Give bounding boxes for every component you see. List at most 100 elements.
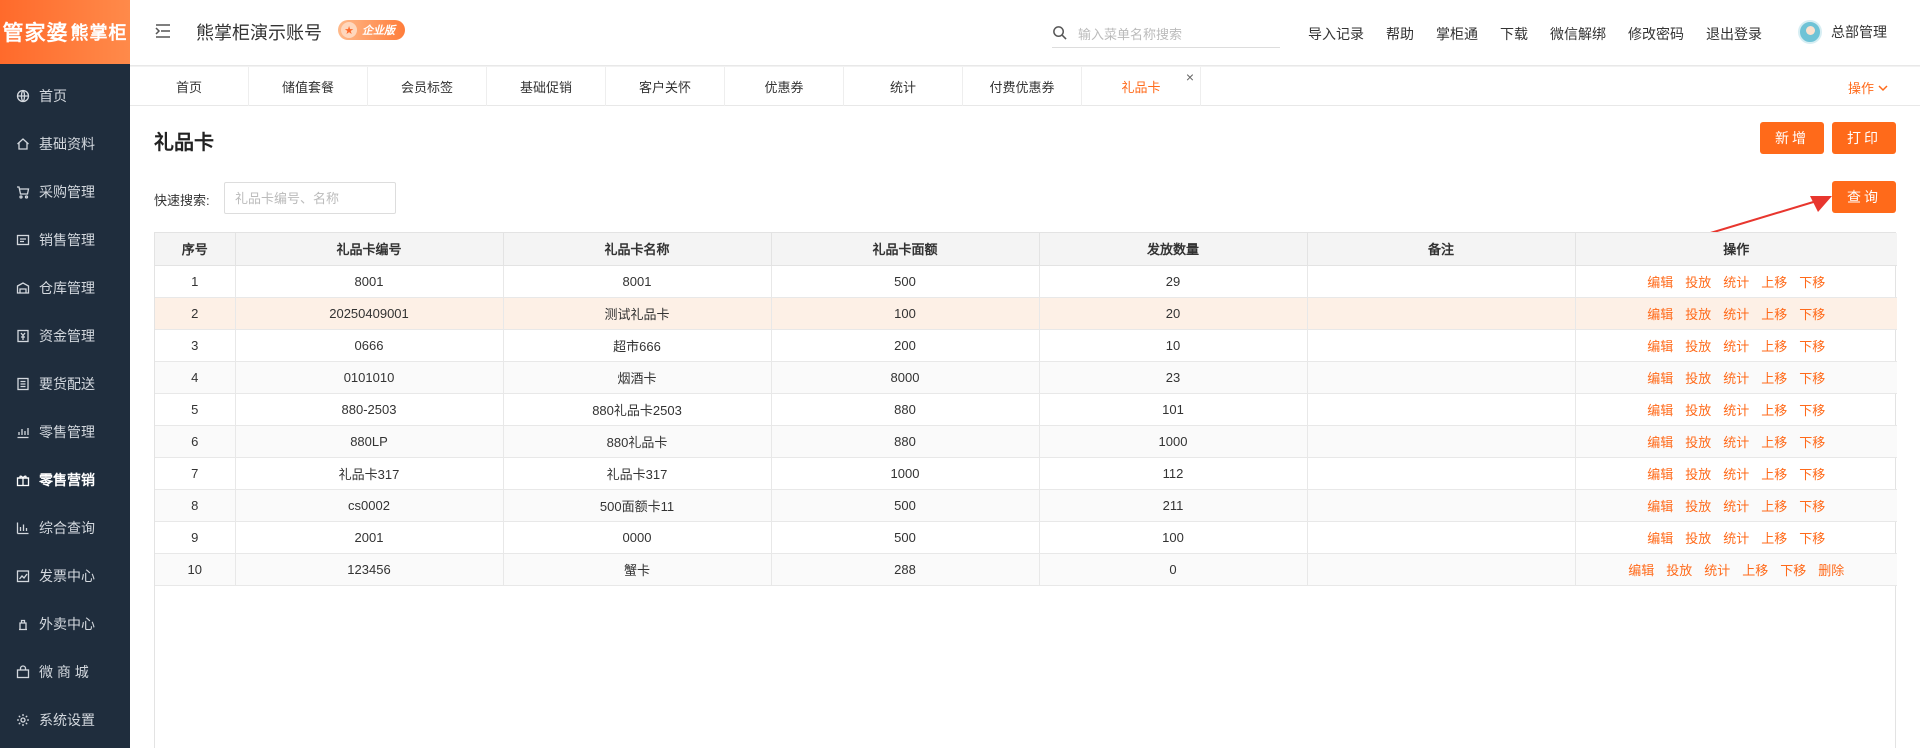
row-action-link[interactable]: 编辑: [1647, 371, 1673, 386]
table-row[interactable]: 8 cs0002 500面额卡11 500 211 编辑 投放 统计 上移 下移: [155, 489, 1897, 522]
row-action-link[interactable]: 编辑: [1647, 307, 1673, 322]
row-action-link[interactable]: 统计: [1723, 275, 1749, 290]
row-action-link[interactable]: 下移: [1799, 499, 1825, 514]
table-row[interactable]: 5 880-2503 880礼品卡2503 880 101 编辑 投放 统计 上移 下移: [155, 393, 1897, 426]
row-action-link[interactable]: 上移: [1761, 531, 1787, 546]
table-row[interactable]: 7 礼品卡317 礼品卡317 1000 112 编辑 投放 统计 上移 下移: [155, 457, 1897, 490]
header-link[interactable]: 退出登录: [1706, 24, 1762, 44]
row-action-link[interactable]: 下移: [1799, 403, 1825, 418]
row-action-link[interactable]: 统计: [1723, 403, 1749, 418]
row-action-link[interactable]: 编辑: [1647, 403, 1673, 418]
row-action-link[interactable]: 上移: [1761, 307, 1787, 322]
header-link[interactable]: 掌柜通: [1436, 24, 1478, 44]
sidebar-item[interactable]: 要货配送: [0, 360, 130, 408]
row-action-link[interactable]: 编辑: [1647, 499, 1673, 514]
table-row[interactable]: 6 880LP 880礼品卡 880 1000 编辑 投放 统计 上移 下移: [155, 425, 1897, 458]
header-link[interactable]: 帮助: [1386, 24, 1414, 44]
row-action-link[interactable]: 上移: [1742, 563, 1768, 578]
table-row[interactable]: 4 0101010 烟酒卡 8000 23 编辑 投放 统计 上移 下移: [155, 361, 1897, 394]
row-action-link[interactable]: 上移: [1761, 499, 1787, 514]
row-action-link[interactable]: 统计: [1723, 435, 1749, 450]
table-row[interactable]: 10 123456 蟹卡 288 0 编辑 投放 统计 上移 下移 删除: [155, 553, 1897, 586]
menu-search-input[interactable]: [1078, 23, 1278, 45]
row-action-link[interactable]: 下移: [1799, 339, 1825, 354]
sidebar-item[interactable]: 系统设置: [0, 696, 130, 744]
row-action-link[interactable]: 统计: [1723, 531, 1749, 546]
row-action-link[interactable]: 投放: [1685, 499, 1711, 514]
print-button[interactable]: 打印: [1832, 122, 1896, 154]
tab-item[interactable]: 优惠券: [725, 67, 844, 106]
row-action-link[interactable]: 投放: [1685, 403, 1711, 418]
sidebar-item[interactable]: 外卖中心: [0, 600, 130, 648]
row-action-link[interactable]: 下移: [1799, 371, 1825, 386]
row-action-link[interactable]: 下移: [1799, 531, 1825, 546]
row-action-link[interactable]: 投放: [1685, 307, 1711, 322]
row-action-link[interactable]: 统计: [1723, 339, 1749, 354]
sidebar-item[interactable]: 采购管理: [0, 168, 130, 216]
tab-item[interactable]: 客户关怀: [606, 67, 725, 106]
row-action-link[interactable]: 上移: [1761, 467, 1787, 482]
row-action-link[interactable]: 编辑: [1647, 275, 1673, 290]
row-action-link[interactable]: 编辑: [1628, 563, 1654, 578]
header-link[interactable]: 下载: [1500, 24, 1528, 44]
row-action-link[interactable]: 统计: [1723, 307, 1749, 322]
tab-item[interactable]: 礼品卡 ×: [1082, 67, 1201, 106]
sidebar-item[interactable]: 资金管理: [0, 312, 130, 360]
table-row[interactable]: 1 8001 8001 500 29 编辑 投放 统计 上移 下移: [155, 265, 1897, 298]
row-action-link[interactable]: 下移: [1799, 307, 1825, 322]
close-icon[interactable]: ×: [1186, 69, 1194, 85]
menu-toggle-icon[interactable]: [154, 22, 172, 40]
tab-item[interactable]: 首页: [130, 67, 249, 106]
sidebar-item[interactable]: 综合查询: [0, 504, 130, 552]
quick-search-input[interactable]: [224, 182, 396, 214]
row-action-link[interactable]: 上移: [1761, 371, 1787, 386]
tab-item[interactable]: 储值套餐: [249, 67, 368, 106]
user-menu[interactable]: 总部管理: [1798, 20, 1887, 44]
row-action-link[interactable]: 投放: [1685, 339, 1711, 354]
sidebar-item[interactable]: 基础资料: [0, 120, 130, 168]
row-action-link[interactable]: 下移: [1799, 467, 1825, 482]
sidebar-item[interactable]: 仓库管理: [0, 264, 130, 312]
row-action-link[interactable]: 投放: [1685, 371, 1711, 386]
tab-operations-dropdown[interactable]: 操作: [1848, 78, 1888, 97]
tab-item[interactable]: 基础促销: [487, 67, 606, 106]
sidebar-item[interactable]: 发票中心: [0, 552, 130, 600]
row-action-link[interactable]: 删除: [1818, 563, 1844, 578]
row-action-link[interactable]: 编辑: [1647, 467, 1673, 482]
tab-item[interactable]: 统计: [844, 67, 963, 106]
row-action-link[interactable]: 上移: [1761, 275, 1787, 290]
sidebar-item[interactable]: 零售管理: [0, 408, 130, 456]
row-action-link[interactable]: 编辑: [1647, 531, 1673, 546]
row-action-link[interactable]: 投放: [1685, 467, 1711, 482]
add-button[interactable]: 新增: [1760, 122, 1824, 154]
header-link[interactable]: 微信解绑: [1550, 24, 1606, 44]
table-row[interactable]: 2 20250409001 测试礼品卡 100 20 编辑 投放 统计 上移 下移: [155, 297, 1897, 330]
row-action-link[interactable]: 统计: [1704, 563, 1730, 578]
sidebar-item[interactable]: 零售营销: [0, 456, 130, 504]
row-action-link[interactable]: 下移: [1799, 435, 1825, 450]
row-action-link[interactable]: 编辑: [1647, 435, 1673, 450]
row-action-link[interactable]: 投放: [1685, 275, 1711, 290]
row-action-link[interactable]: 统计: [1723, 499, 1749, 514]
sidebar-item[interactable]: 微 商 城: [0, 648, 130, 696]
sidebar-item[interactable]: 销售管理: [0, 216, 130, 264]
row-action-link[interactable]: 投放: [1685, 531, 1711, 546]
row-action-link[interactable]: 投放: [1685, 435, 1711, 450]
row-action-link[interactable]: 下移: [1799, 275, 1825, 290]
tab-item[interactable]: 会员标签: [368, 67, 487, 106]
row-action-link[interactable]: 上移: [1761, 403, 1787, 418]
row-action-link[interactable]: 统计: [1723, 467, 1749, 482]
row-action-link[interactable]: 统计: [1723, 371, 1749, 386]
table-row[interactable]: 3 0666 超市666 200 10 编辑 投放 统计 上移 下移: [155, 329, 1897, 362]
tab-item[interactable]: 付费优惠券: [963, 67, 1082, 106]
query-button[interactable]: 查询: [1832, 181, 1896, 213]
header-link[interactable]: 修改密码: [1628, 24, 1684, 44]
row-action-link[interactable]: 下移: [1780, 563, 1806, 578]
row-action-link[interactable]: 投放: [1666, 563, 1692, 578]
row-action-link[interactable]: 上移: [1761, 435, 1787, 450]
sidebar-item[interactable]: 首页: [0, 72, 130, 120]
brand-logo[interactable]: 管家婆 熊掌柜: [0, 0, 130, 64]
row-action-link[interactable]: 上移: [1761, 339, 1787, 354]
avatar[interactable]: [1798, 20, 1822, 44]
header-link[interactable]: 导入记录: [1308, 24, 1364, 44]
